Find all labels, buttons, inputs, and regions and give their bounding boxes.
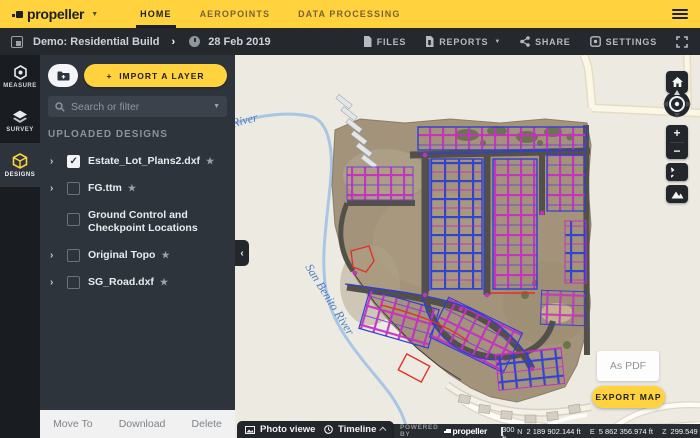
propeller-app: propeller ▼ HOME AEROPOINTS DATA PROCESS…	[0, 0, 700, 438]
compass-control[interactable]	[662, 89, 692, 119]
chevron-down-icon: ▼	[494, 39, 501, 45]
tab-home[interactable]: HOME	[126, 0, 185, 28]
move-to-button[interactable]: Move To	[53, 418, 93, 430]
chevron-up-icon	[380, 427, 387, 434]
cursor-coordinates: N2 189 902.144 ft E5 862 356.974 ft Z299…	[517, 427, 700, 436]
propeller-logo-icon	[12, 9, 23, 20]
files-button[interactable]: FILES	[363, 36, 407, 47]
folder-plus-icon	[57, 71, 70, 81]
map-viewport[interactable]: River San Benito River + −	[235, 55, 700, 438]
file-icon	[363, 36, 372, 47]
export-map-button[interactable]: EXPORT MAP	[592, 386, 665, 408]
propeller-mark-icon	[444, 428, 451, 435]
site-thumbnail-icon[interactable]	[11, 36, 23, 48]
plus-icon: +	[106, 71, 112, 81]
expand-chevron-icon[interactable]: ›	[50, 182, 59, 195]
reports-button[interactable]: REPORTS ▼	[425, 36, 501, 47]
chevron-down-icon[interactable]: ▼	[213, 103, 220, 110]
search-filter[interactable]: ▼	[48, 96, 227, 117]
layer-list: › Estate_Lot_Plans2.dxf★ › FG.ttm★ › Gro…	[40, 140, 235, 410]
measure-icon	[13, 65, 28, 80]
expand-chevron-icon[interactable]: ›	[50, 249, 59, 262]
site-name[interactable]: Demo: Residential Build	[33, 36, 160, 48]
survey-date[interactable]: 28 Feb 2019	[208, 36, 270, 48]
survey-date-icon	[189, 36, 200, 47]
layer-checkbox[interactable]	[67, 182, 80, 195]
fullscreen-icon[interactable]	[676, 36, 688, 48]
layer-row-sg-road[interactable]: › SG_Road.dxf★	[40, 269, 235, 296]
rail-item-designs[interactable]: DESIGNS	[0, 143, 40, 187]
report-icon	[425, 36, 434, 47]
designs-panel: + IMPORT A LAYER ▼ UPLOADED DESIGNS › Es…	[40, 55, 235, 438]
mountain-icon	[671, 190, 684, 199]
star-icon[interactable]: ★	[206, 156, 214, 166]
map-status-bar: POWERED BY propeller 300 ft N2 189 902.1…	[392, 424, 700, 438]
settings-icon	[590, 36, 601, 47]
menu-icon[interactable]	[672, 7, 688, 21]
layer-checkbox[interactable]	[67, 276, 80, 289]
expand-chevron-icon[interactable]: ›	[50, 155, 59, 168]
layer-checkbox[interactable]	[67, 155, 80, 168]
zoom-in-button[interactable]: +	[666, 125, 688, 142]
expand-chevron-icon[interactable]: ›	[50, 276, 59, 289]
star-icon[interactable]: ★	[160, 277, 168, 287]
designs-cube-icon	[12, 153, 28, 169]
photo-icon	[245, 426, 255, 434]
site-toolbar: Demo: Residential Build › 28 Feb 2019 FI…	[0, 28, 700, 55]
chevron-left-icon: ‹	[240, 248, 243, 259]
rotate-icon	[671, 167, 683, 178]
panel-actions: + IMPORT A LAYER	[40, 55, 235, 87]
clock-icon	[324, 425, 333, 434]
import-layer-button[interactable]: + IMPORT A LAYER	[84, 64, 227, 87]
survey-layers-icon	[12, 110, 28, 124]
top-header: propeller ▼ HOME AEROPOINTS DATA PROCESS…	[0, 0, 700, 28]
layer-row-ground-control[interactable]: › Ground Control and Checkpoint Location…	[40, 202, 235, 242]
brand-name: propeller	[27, 6, 84, 22]
star-icon[interactable]: ★	[161, 250, 169, 260]
panel-collapse-handle[interactable]: ‹	[235, 240, 249, 266]
powered-by-label: POWERED BY	[400, 424, 439, 438]
propeller-logo[interactable]: propeller ▼	[12, 6, 98, 22]
layer-row-fg-ttm[interactable]: › FG.ttm★	[40, 175, 235, 202]
rail-item-measure[interactable]: MEASURE	[0, 55, 40, 99]
chevron-right-icon: ›	[172, 36, 176, 48]
share-icon	[520, 36, 530, 47]
search-input[interactable]	[71, 101, 213, 113]
layer-row-original-topo[interactable]: › Original Topo★	[40, 242, 235, 269]
timeline-tab[interactable]: Timeline	[316, 421, 394, 438]
top-nav: HOME AEROPOINTS DATA PROCESSING	[126, 0, 414, 28]
toolbar-actions: FILES REPORTS ▼ SHARE SETTINGS	[363, 36, 688, 48]
map-scale-bar: 300 ft	[501, 427, 503, 436]
elevation-value: 299.549 ft	[671, 427, 700, 436]
layer-checkbox[interactable]	[67, 213, 80, 226]
delete-button[interactable]: Delete	[192, 418, 222, 430]
left-rail: MEASURE SURVEY DESIGNS	[0, 55, 40, 438]
add-folder-button[interactable]	[48, 64, 78, 87]
search-icon	[55, 102, 65, 112]
export-as-pdf-option[interactable]: As PDF	[597, 351, 659, 381]
propeller-logo-small: propeller	[444, 426, 488, 436]
home-icon	[672, 77, 683, 87]
tab-data-processing[interactable]: DATA PROCESSING	[284, 0, 414, 28]
star-icon[interactable]: ★	[128, 183, 136, 193]
section-title: UPLOADED DESIGNS	[48, 129, 227, 140]
layer-checkbox[interactable]	[67, 249, 80, 262]
rail-item-survey[interactable]: SURVEY	[0, 99, 40, 143]
reset-rotation-button[interactable]	[666, 163, 688, 181]
tab-aeropoints[interactable]: AEROPOINTS	[186, 0, 285, 28]
easting-value: 5 862 356.974 ft	[599, 427, 653, 436]
layer-row-estate-lot-plans[interactable]: › Estate_Lot_Plans2.dxf★	[40, 148, 235, 175]
chevron-down-icon: ▼	[91, 11, 98, 18]
share-button[interactable]: SHARE	[520, 36, 571, 47]
panel-footer: Move To Download Delete	[40, 410, 235, 438]
download-button[interactable]: Download	[119, 418, 166, 430]
settings-button[interactable]: SETTINGS	[590, 36, 657, 47]
northing-value: 2 189 902.144 ft	[527, 427, 581, 436]
terrain-view-button[interactable]	[666, 185, 688, 203]
zoom-control: + −	[666, 125, 688, 159]
zoom-out-button[interactable]: −	[666, 143, 688, 160]
